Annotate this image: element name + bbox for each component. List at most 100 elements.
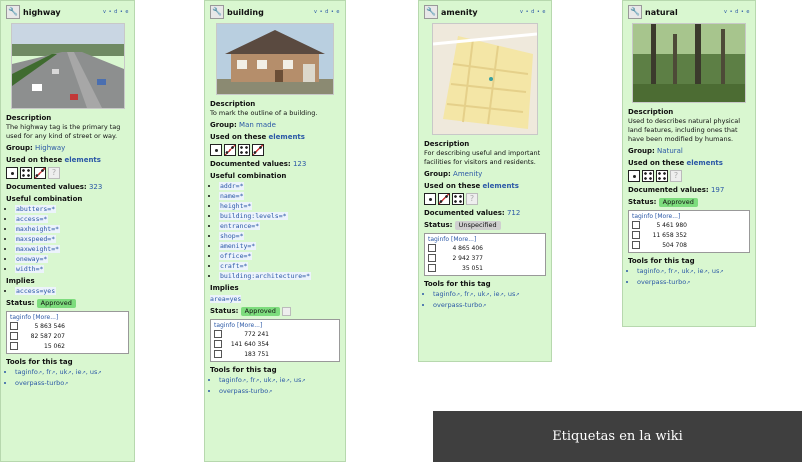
area-icon xyxy=(656,170,668,182)
documented-values-link[interactable]: 712 xyxy=(507,209,520,217)
caption-banner: Etiquetas en la wiki xyxy=(433,411,802,462)
elements-link[interactable]: elements xyxy=(269,133,305,141)
list-item[interactable]: shop=* xyxy=(219,231,340,241)
status-row: Status: Approved xyxy=(628,197,750,207)
combination-heading: Useful combination xyxy=(6,195,83,203)
elements-link[interactable]: elements xyxy=(483,182,519,190)
group-row: Group: Man made xyxy=(210,121,276,129)
list-item[interactable]: overpass-turbo xyxy=(219,386,340,397)
list-item[interactable]: building:levels=* xyxy=(219,211,340,221)
list-item[interactable]: taginfo, fr, uk, ie, us xyxy=(15,367,129,378)
elements-link[interactable]: elements xyxy=(687,159,723,167)
list-item[interactable]: entrance=* xyxy=(219,221,340,231)
view-discuss-edit-links[interactable]: v • d • e xyxy=(314,9,340,15)
node-icon xyxy=(10,322,18,330)
tag-name[interactable]: building xyxy=(227,8,264,17)
list-item[interactable]: craft=* xyxy=(219,261,340,271)
implies-row[interactable]: area=yes xyxy=(210,294,340,304)
way-icon xyxy=(10,332,18,340)
list-item[interactable]: name=* xyxy=(219,191,340,201)
list-item[interactable]: access=* xyxy=(15,214,129,224)
view-discuss-edit-links[interactable]: v • d • e xyxy=(724,9,750,15)
tools-list: taginfo, fr, uk, ie, us overpass-turbo xyxy=(210,375,340,397)
implies-heading: Implies xyxy=(6,277,35,285)
group-link[interactable]: Highway xyxy=(35,144,65,152)
taginfo-link[interactable]: taginfo xyxy=(10,314,31,321)
description-text: The highway tag is the primary tag used … xyxy=(6,123,121,140)
list-item[interactable]: taginfo, fr, uk, ie, us xyxy=(637,266,750,277)
list-item[interactable]: width=* xyxy=(15,264,129,274)
list-item[interactable]: office=* xyxy=(219,251,340,261)
list-item[interactable]: maxheight=* xyxy=(15,224,129,234)
tag-name[interactable]: amenity xyxy=(441,8,478,17)
wrench-icon: 🔧 xyxy=(6,5,20,19)
list-item[interactable]: taginfo, fr, uk, ie, us xyxy=(433,289,546,300)
wrench-icon: 🔧 xyxy=(424,5,438,19)
more-link[interactable]: [More...] xyxy=(33,314,58,321)
list-item[interactable]: overpass-turbo xyxy=(15,378,129,389)
group-link[interactable]: Man made xyxy=(239,121,276,129)
list-item[interactable]: access=yes xyxy=(15,286,129,296)
way-icon xyxy=(34,167,46,179)
more-link[interactable]: [More...] xyxy=(451,236,476,243)
used-on-row: Used on these elements xyxy=(6,156,101,164)
view-discuss-edit-links[interactable]: v • d • e xyxy=(520,9,546,15)
taginfo-link[interactable]: taginfo xyxy=(428,236,449,243)
element-icons: ? xyxy=(424,193,546,205)
area-icon xyxy=(452,193,464,205)
description-text: For describing useful and important faci… xyxy=(424,149,541,166)
status-badge[interactable]: Approved xyxy=(658,198,698,207)
list-item[interactable]: abutters=* xyxy=(15,204,129,214)
implies-heading: Implies xyxy=(210,284,239,292)
highway-card: 🔧 highway v • d • e Description The high… xyxy=(0,0,135,462)
view-discuss-edit-links[interactable]: v • d • e xyxy=(103,9,129,15)
card-header: 🔧 natural v • d • e xyxy=(628,4,750,20)
group-link[interactable]: Natural xyxy=(657,147,683,155)
combination-heading: Useful combination xyxy=(210,172,287,180)
node-icon xyxy=(628,170,640,182)
list-item[interactable]: maxweight=* xyxy=(15,244,129,254)
wrench-icon: 🔧 xyxy=(628,5,642,19)
documented-values-link[interactable]: 323 xyxy=(89,183,102,191)
list-item[interactable]: addr=* xyxy=(219,181,340,191)
list-item[interactable]: overpass-turbo xyxy=(433,300,546,311)
tools-heading: Tools for this tag xyxy=(424,280,491,288)
list-item[interactable]: maxspeed=* xyxy=(15,234,129,244)
tools-list: taginfo, fr, uk, ie, us overpass-turbo xyxy=(628,266,750,288)
description-heading: Description xyxy=(628,108,674,116)
node-icon xyxy=(632,221,640,229)
group-link[interactable]: Amenity xyxy=(453,170,482,178)
taginfo-box: taginfo [More...] 4 865 406 2 942 377 35… xyxy=(424,233,546,276)
element-icons xyxy=(210,144,340,156)
node-icon xyxy=(214,330,222,338)
list-item[interactable]: overpass-turbo xyxy=(637,277,750,288)
status-row: Status: Approved xyxy=(210,306,340,316)
more-link[interactable]: [More...] xyxy=(655,213,680,220)
status-row: Status: Approved xyxy=(6,298,129,308)
status-badge[interactable]: Approved xyxy=(36,299,76,308)
way-icon xyxy=(224,144,236,156)
status-badge[interactable]: Approved xyxy=(240,307,280,316)
natural-photo xyxy=(632,23,746,103)
list-item[interactable]: building:architecture=* xyxy=(219,271,340,281)
list-item[interactable]: height=* xyxy=(219,201,340,211)
element-icons: ? xyxy=(6,167,129,179)
tag-name[interactable]: highway xyxy=(23,8,61,17)
group-row: Group: Amenity xyxy=(424,170,483,178)
documented-values-link[interactable]: 197 xyxy=(711,186,724,194)
wrench-icon: 🔧 xyxy=(210,5,224,19)
more-link[interactable]: [More...] xyxy=(237,322,262,329)
list-item[interactable]: taginfo, fr, uk, ie, us xyxy=(219,375,340,386)
list-item[interactable]: amenity=* xyxy=(219,241,340,251)
taginfo-link[interactable]: taginfo xyxy=(214,322,235,329)
relation-icon: ? xyxy=(670,170,682,182)
documented-values-link[interactable]: 123 xyxy=(293,160,306,168)
elements-link[interactable]: elements xyxy=(65,156,101,164)
area-icon xyxy=(20,167,32,179)
taginfo-box: taginfo [More...] 5 461 980 11 658 352 5… xyxy=(628,210,750,253)
tag-name[interactable]: natural xyxy=(645,8,678,17)
list-item[interactable]: oneway=* xyxy=(15,254,129,264)
status-badge[interactable]: Unspecified xyxy=(454,221,501,230)
documented-values-row: Documented values: 712 xyxy=(424,209,521,217)
taginfo-link[interactable]: taginfo xyxy=(632,213,653,220)
